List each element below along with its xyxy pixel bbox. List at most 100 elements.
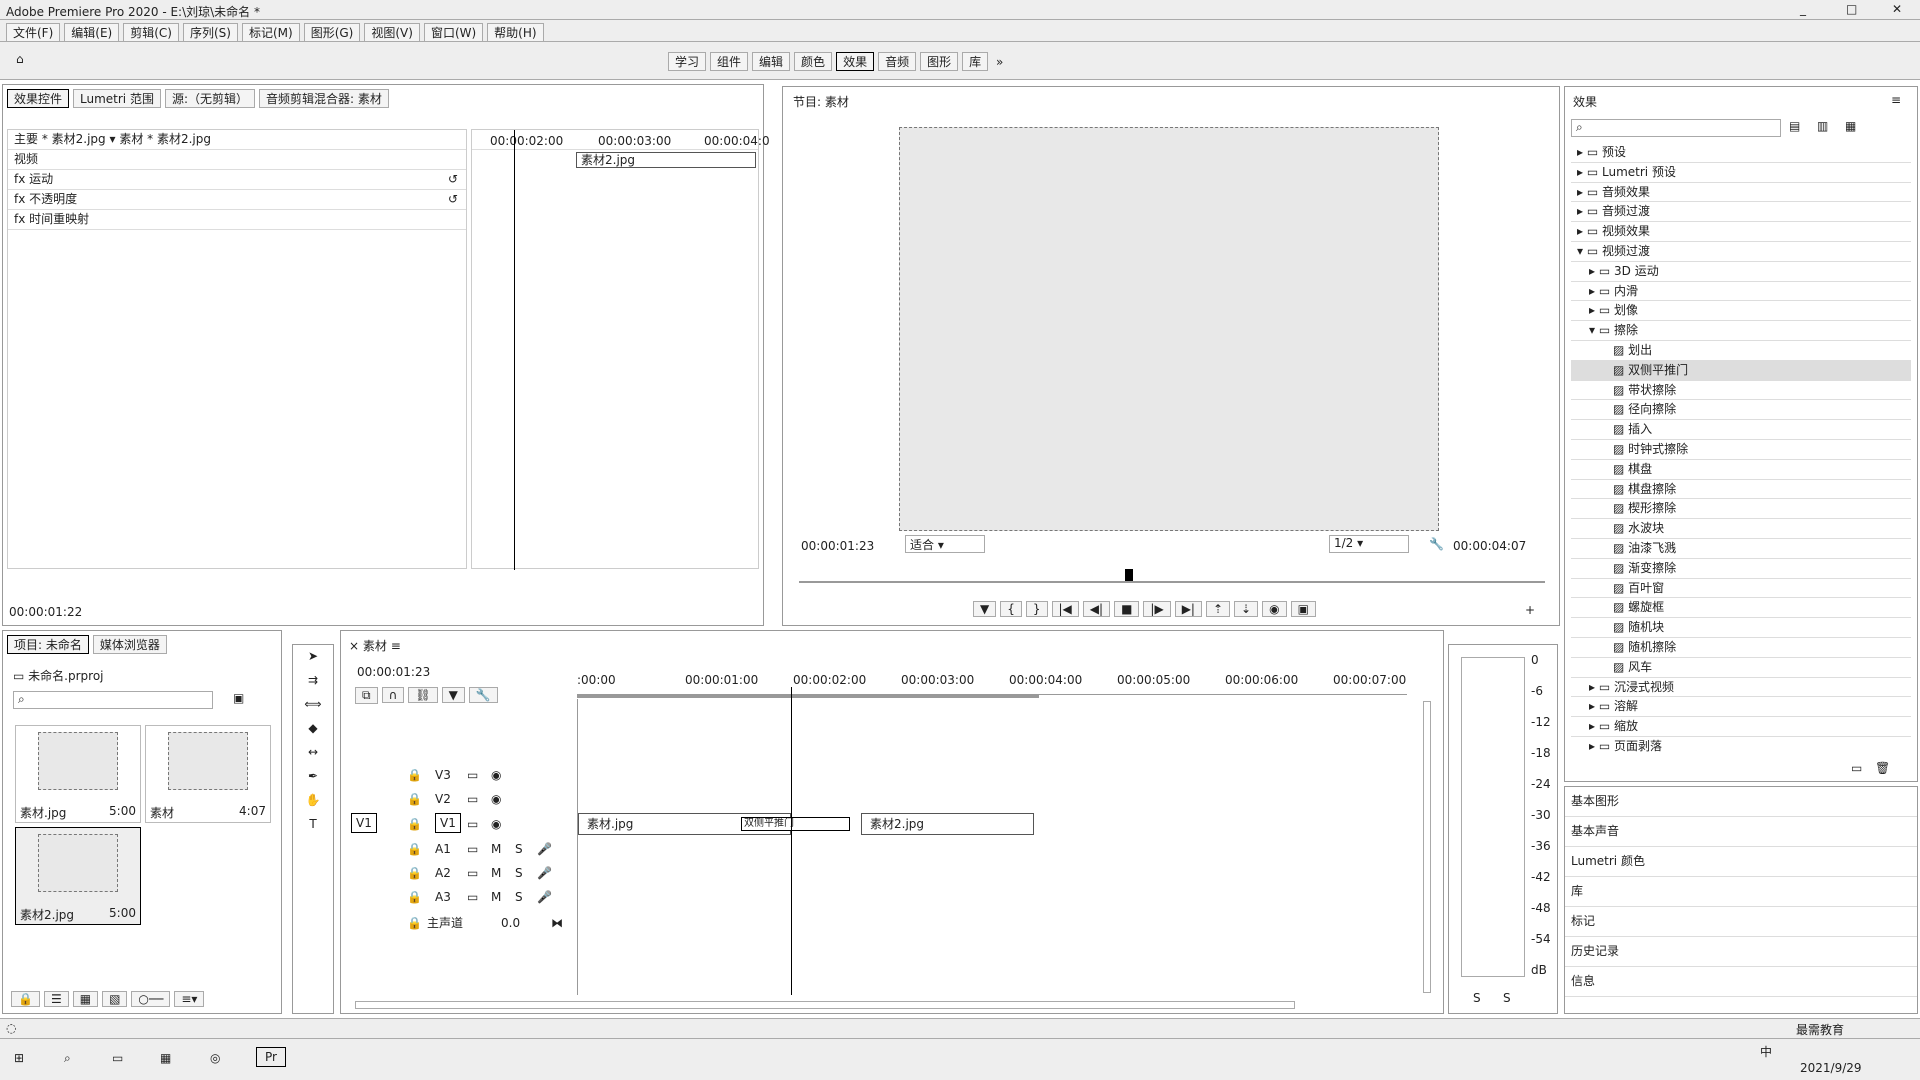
zoom-slider[interactable]: ○──	[131, 991, 171, 1007]
ec-clip-bar[interactable]: 素材2.jpg	[576, 152, 756, 168]
ec-timecode[interactable]: 00:00:01:22	[9, 605, 82, 619]
comparison-view-button[interactable]: ▣	[1290, 601, 1316, 617]
workspace-libraries[interactable]: 库	[962, 52, 989, 71]
section-essential-sound[interactable]: 基本声音	[1565, 817, 1917, 847]
razor-tool-icon[interactable]: ◆	[293, 721, 333, 735]
tree-item-inset[interactable]: ▨ 插入	[1571, 420, 1911, 440]
tree-item-clock-wipe[interactable]: ▨ 时钟式擦除	[1571, 440, 1911, 460]
sync-lock-icon[interactable]: ▭	[467, 789, 478, 809]
sort-icon[interactable]: ≡▾	[174, 991, 205, 1007]
tree-item-water-block[interactable]: ▨ 水波块	[1571, 519, 1911, 539]
project-item[interactable]: 素材2.jpg 5:00	[15, 827, 141, 925]
wrench-icon[interactable]: 🔧	[1429, 537, 1444, 551]
effects-panel-title[interactable]: 效果	[1573, 93, 1597, 110]
go-to-end-icon[interactable]: ⧓	[551, 913, 563, 933]
tree-item-wipe[interactable]: ▾ ▭ 擦除	[1571, 321, 1911, 341]
tree-item-barn-doors[interactable]: ▨ 双侧平推门	[1571, 360, 1911, 381]
tab-lumetri-scopes[interactable]: Lumetri 范围	[73, 89, 161, 108]
tree-item-video-transitions[interactable]: ▾ ▭ 视频过渡	[1571, 242, 1911, 262]
new-bin-icon[interactable]: ▭	[1851, 761, 1862, 775]
section-essential-graphics[interactable]: 基本图形	[1565, 787, 1917, 817]
snap-icon[interactable]: ∩	[381, 687, 405, 703]
lock-icon[interactable]: 🔒	[11, 991, 40, 1007]
add-marker-icon[interactable]: ▼	[441, 687, 465, 703]
track-name-a3[interactable]: A3	[435, 887, 451, 907]
add-button-icon[interactable]: +	[1525, 603, 1535, 617]
sync-lock-icon[interactable]: ▭	[467, 813, 478, 835]
project-item[interactable]: 素材.jpg 5:00	[15, 725, 141, 823]
menu-edit[interactable]: 编辑(E)	[64, 23, 120, 42]
section-info[interactable]: 信息	[1565, 967, 1917, 997]
section-lumetri-color[interactable]: Lumetri 颜色	[1565, 847, 1917, 877]
mute-button[interactable]: M	[491, 887, 501, 907]
mark-in-button[interactable]: {	[1000, 601, 1022, 617]
tree-item-band-wipe[interactable]: ▨ 带状擦除	[1571, 381, 1911, 401]
effect-row-opacity[interactable]: fx 不透明度 ↺	[8, 190, 466, 210]
pen-tool-icon[interactable]: ✒	[293, 769, 333, 783]
workspace-learn[interactable]: 学习	[668, 52, 707, 71]
start-button[interactable]: ⊞	[14, 1051, 24, 1065]
delete-icon[interactable]: 🗑	[1875, 761, 1890, 775]
extract-button[interactable]: ⇣	[1234, 601, 1259, 617]
export-frame-icon[interactable]: ◉	[1262, 601, 1287, 617]
workspace-graphics[interactable]: 图形	[920, 52, 959, 71]
chrome-icon[interactable]: ◎	[210, 1051, 220, 1065]
track-select-tool-icon[interactable]: ⇉	[293, 673, 333, 687]
section-markers[interactable]: 标记	[1565, 907, 1917, 937]
timeline-playhead[interactable]	[791, 687, 792, 995]
32bit-effects-icon[interactable]: ▥	[1817, 119, 1828, 133]
mark-out-button[interactable]: }	[1025, 601, 1048, 617]
menu-window[interactable]: 窗口(W)	[423, 23, 484, 42]
ime-indicator[interactable]: 中	[1760, 1043, 1772, 1060]
freeform-view-icon[interactable]: ▧	[102, 991, 128, 1007]
timeline-tracks-area[interactable]: 素材.jpg 素材2.jpg 双侧平推门	[577, 687, 1407, 995]
tree-item-random-wipe[interactable]: ▨ 随机擦除	[1571, 638, 1911, 658]
menu-markers[interactable]: 标记(M)	[241, 23, 300, 42]
minimize-button[interactable]: _	[1800, 2, 1806, 16]
program-timecode[interactable]: 00:00:01:23	[801, 539, 874, 553]
slip-tool-icon[interactable]: ↔	[293, 745, 333, 759]
tree-item-audio-transitions[interactable]: ▸ ▭ 音频过渡	[1571, 202, 1911, 223]
accelerated-effects-icon[interactable]: ▤	[1789, 119, 1800, 133]
tree-item-spiral-boxes[interactable]: ▨ 螺旋框	[1571, 598, 1911, 619]
selection-tool-icon[interactable]: ➤	[293, 649, 333, 663]
tree-item-radial-wipe[interactable]: ▨ 径向擦除	[1571, 400, 1911, 421]
tree-item-gradient-wipe[interactable]: ▨ 渐变擦除	[1571, 559, 1911, 579]
menu-file[interactable]: 文件(F)	[6, 23, 61, 42]
hand-tool-icon[interactable]: ✋	[293, 793, 333, 807]
track-name-a1[interactable]: A1	[435, 839, 451, 859]
find-icon[interactable]: ▣	[233, 691, 244, 705]
file-explorer-icon[interactable]: ▭	[112, 1051, 123, 1065]
mute-button[interactable]: M	[491, 839, 501, 859]
solo-button[interactable]: S	[515, 887, 523, 907]
mic-icon[interactable]: 🎤	[537, 839, 552, 859]
menu-graphics[interactable]: 图形(G)	[303, 23, 361, 42]
program-scrub-bar[interactable]	[799, 581, 1545, 583]
clock-date[interactable]: 2021/9/29	[1800, 1061, 1862, 1075]
menu-clip[interactable]: 剪辑(C)	[123, 23, 179, 42]
mic-icon[interactable]: 🎤	[537, 887, 552, 907]
workspace-color[interactable]: 颜色	[794, 52, 833, 71]
timeline-vertical-scrollbar[interactable]	[1423, 701, 1431, 993]
lift-button[interactable]: ⇡	[1205, 601, 1231, 617]
step-forward-button[interactable]: |▶	[1143, 601, 1171, 617]
sync-lock-icon[interactable]: ▭	[467, 765, 478, 785]
close-button[interactable]: ✕	[1892, 2, 1902, 16]
lock-icon[interactable]: 🔒	[407, 839, 422, 859]
tab-effect-controls[interactable]: 效果控件	[7, 89, 70, 108]
tree-item-lumetri-presets[interactable]: ▸ ▭ Lumetri 预设	[1571, 163, 1911, 183]
quality-select[interactable]: 1/2 ▾	[1329, 535, 1409, 553]
eye-icon[interactable]: ◉	[491, 765, 501, 785]
tree-item-random-blocks[interactable]: ▨ 随机块	[1571, 618, 1911, 638]
track-name-v2[interactable]: V2	[435, 789, 451, 809]
track-name-a2[interactable]: A2	[435, 863, 451, 883]
home-icon[interactable]: ⌂	[16, 52, 24, 66]
workspace-effects[interactable]: 效果	[836, 52, 875, 71]
icon-view-icon[interactable]: ▦	[72, 991, 99, 1007]
menu-sequence[interactable]: 序列(S)	[182, 23, 238, 42]
workspace-assembly[interactable]: 组件	[710, 52, 749, 71]
solo-right-button[interactable]: S	[1503, 991, 1511, 1005]
track-name-v1[interactable]: V1	[435, 813, 461, 833]
workspace-audio[interactable]: 音频	[878, 52, 917, 71]
tree-item-presets[interactable]: ▸ ▭ 预设	[1571, 143, 1911, 163]
